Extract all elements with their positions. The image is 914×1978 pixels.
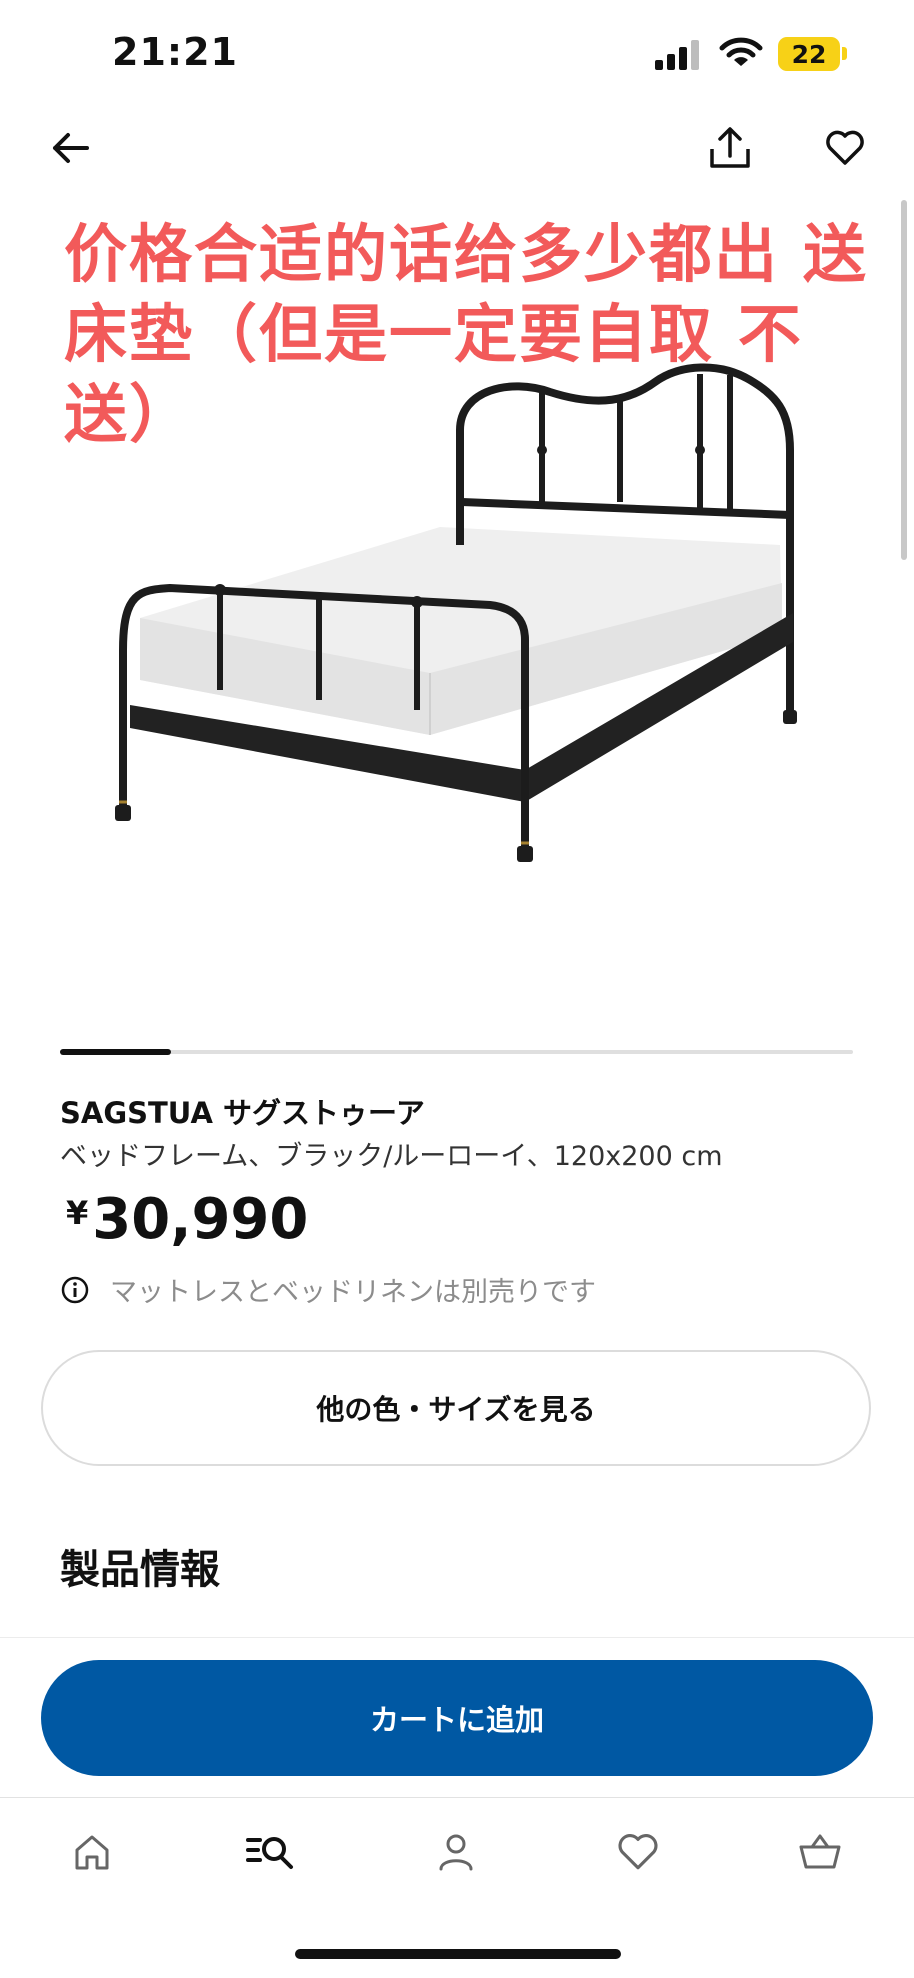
add-to-cart-button[interactable]: カートに追加 (41, 1660, 873, 1776)
search-list-icon (246, 1837, 293, 1869)
share-button[interactable] (700, 118, 760, 178)
cellular-signal-icon (655, 40, 699, 70)
share-icon (710, 127, 750, 168)
battery-indicator: 22 (778, 37, 840, 71)
divider (0, 1637, 914, 1638)
user-icon (439, 1834, 473, 1871)
overlay-annotation: 价格合适的话给多少都出 送床垫（但是一定要自取 不送） (64, 218, 868, 451)
note-text: マットレスとベッドリネンは別売りです (110, 1277, 596, 1308)
gallery-progress-thumb (60, 1049, 172, 1055)
home-indicator (295, 1949, 621, 1959)
product-info-heading[interactable]: 製品情報 (60, 1537, 220, 1595)
info-icon (61, 1276, 89, 1303)
page-scrollbar[interactable] (901, 200, 907, 560)
status-time: 21:21 (112, 30, 238, 74)
tab-cart[interactable] (780, 1822, 860, 1882)
heart-icon (618, 1834, 658, 1870)
product-name: SAGSTUA サグストゥーア (60, 1096, 425, 1130)
home-icon (75, 1835, 109, 1870)
tab-search[interactable] (232, 1822, 312, 1882)
battery-tip (842, 47, 847, 60)
heart-icon (826, 130, 864, 165)
gallery-progress-track (60, 1050, 853, 1054)
product-description: ベッドフレーム、ブラック/ルーローイ、120x200 cm (60, 1141, 723, 1172)
variant-options-button[interactable]: 他の色・サイズを見る (41, 1350, 871, 1466)
back-button[interactable] (42, 120, 98, 176)
arrow-left-icon (53, 133, 89, 163)
wifi-icon (719, 37, 763, 66)
divider (0, 1797, 914, 1798)
basket-icon (799, 1834, 841, 1869)
product-price: ¥ 30,990 (66, 1188, 308, 1252)
availability-note: マットレスとベッドリネンは別売りです (60, 1270, 596, 1309)
tab-profile[interactable] (416, 1822, 496, 1882)
favorite-button[interactable] (815, 118, 875, 178)
tab-favorites[interactable] (598, 1822, 678, 1882)
price-value: 30,990 (92, 1187, 309, 1252)
price-currency: ¥ (66, 1194, 89, 1232)
tab-home[interactable] (52, 1822, 132, 1882)
